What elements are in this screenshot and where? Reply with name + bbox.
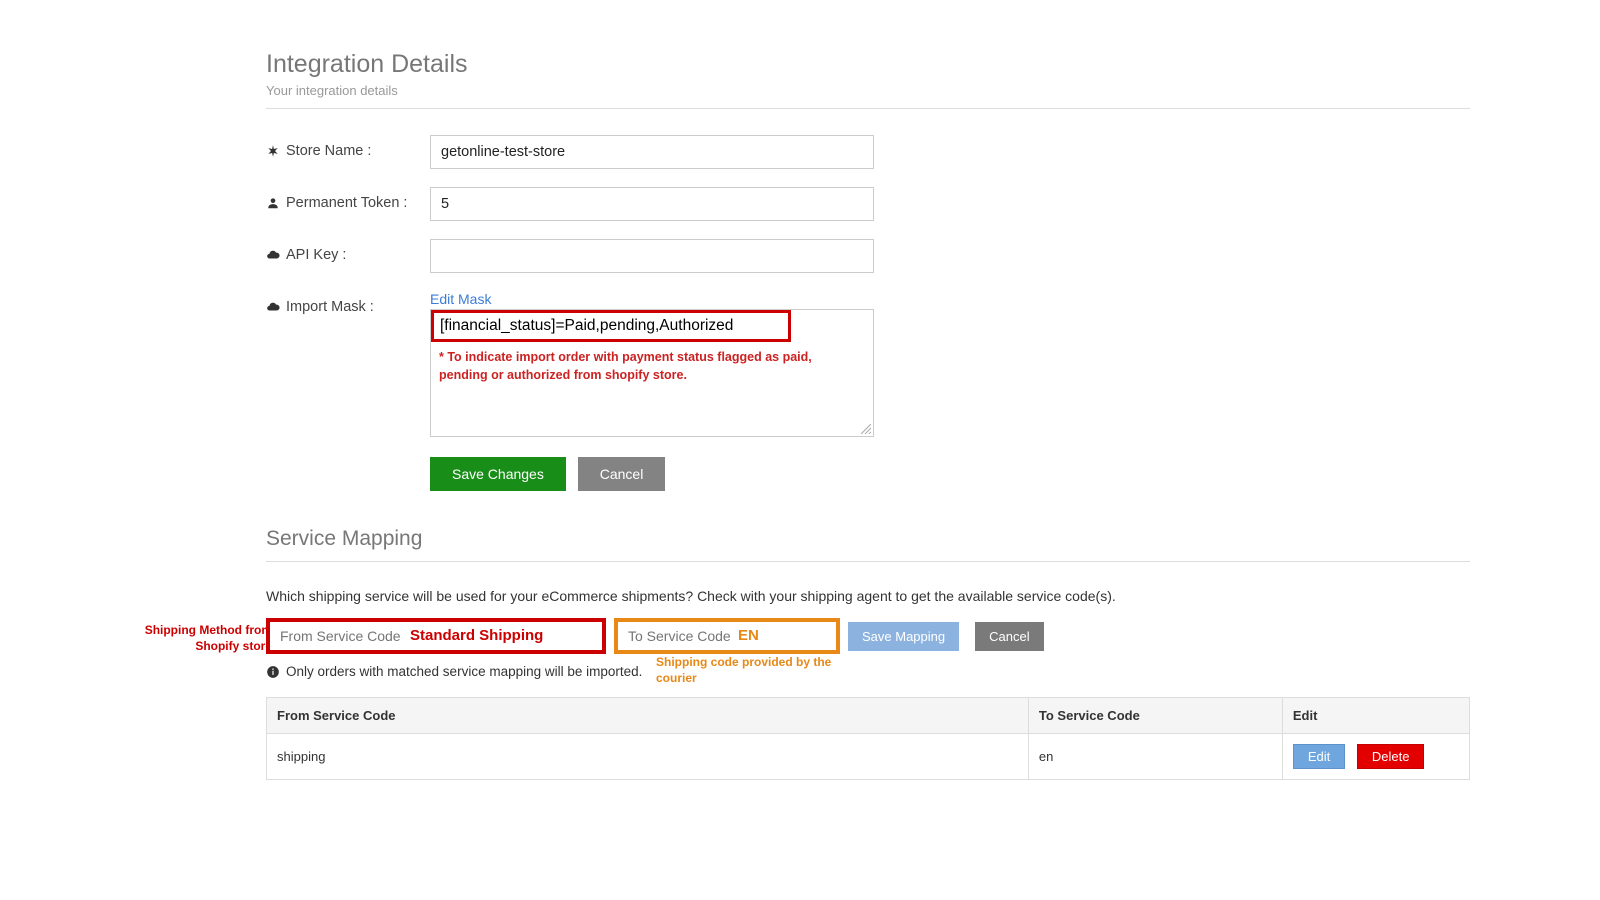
service-mapping-desc: Which shipping service will be used for … bbox=[266, 588, 1470, 604]
from-service-code-input[interactable] bbox=[266, 618, 606, 654]
store-name-input[interactable] bbox=[430, 135, 874, 169]
delete-row-button[interactable]: Delete bbox=[1357, 744, 1425, 769]
th-from-service-code: From Service Code bbox=[267, 698, 1029, 734]
store-name-row: Store Name : bbox=[266, 135, 1470, 169]
form-button-row: Save Changes Cancel bbox=[430, 457, 1470, 491]
save-changes-button[interactable]: Save Changes bbox=[430, 457, 566, 491]
import-mask-note: * To indicate import order with payment … bbox=[431, 348, 841, 384]
divider bbox=[266, 108, 1470, 109]
import-mask-value-highlight: [financial_status]=Paid,pending,Authoriz… bbox=[431, 310, 791, 342]
page-title: Integration Details bbox=[266, 50, 1470, 79]
api-key-input[interactable] bbox=[430, 239, 874, 273]
cell-from-service: shipping bbox=[267, 734, 1029, 780]
cloud-icon bbox=[266, 248, 280, 262]
asterisk-icon bbox=[266, 144, 280, 158]
import-mask-label-text: Import Mask : bbox=[286, 299, 374, 315]
api-key-label: API Key : bbox=[266, 239, 430, 263]
table-row: shipping en Edit Delete bbox=[267, 734, 1470, 780]
api-key-label-text: API Key : bbox=[286, 247, 346, 263]
service-mapping-table: From Service Code To Service Code Edit s… bbox=[266, 697, 1470, 780]
to-service-code-input[interactable] bbox=[614, 618, 840, 654]
info-icon bbox=[266, 665, 280, 679]
cancel-mapping-button[interactable]: Cancel bbox=[975, 622, 1043, 651]
token-label-text: Permanent Token : bbox=[286, 195, 407, 211]
divider bbox=[266, 561, 1470, 562]
resize-handle-icon[interactable] bbox=[861, 424, 871, 434]
token-input[interactable] bbox=[430, 187, 874, 221]
th-to-service-code: To Service Code bbox=[1028, 698, 1282, 734]
cell-actions: Edit Delete bbox=[1282, 734, 1469, 780]
api-key-row: API Key : bbox=[266, 239, 1470, 273]
save-mapping-button[interactable]: Save Mapping bbox=[848, 622, 959, 651]
store-name-label-text: Store Name : bbox=[286, 143, 371, 159]
cancel-button[interactable]: Cancel bbox=[578, 457, 666, 491]
service-mapping-input-row: Standard Shipping EN Save Mapping Cancel bbox=[266, 618, 1470, 654]
to-service-below-note: Shipping code provided by the courier bbox=[656, 654, 868, 686]
import-mask-row: Import Mask : Edit Mask [financial_statu… bbox=[266, 291, 1470, 437]
page-subtitle: Your integration details bbox=[266, 83, 1470, 98]
service-mapping-title: Service Mapping bbox=[266, 527, 1470, 551]
cloud-icon bbox=[266, 300, 280, 314]
token-label: Permanent Token : bbox=[266, 187, 430, 211]
from-service-side-note: Shipping Method from Shopify store bbox=[138, 622, 272, 654]
edit-mask-link[interactable]: Edit Mask bbox=[430, 291, 491, 307]
token-row: Permanent Token : bbox=[266, 187, 1470, 221]
cell-to-service: en bbox=[1028, 734, 1282, 780]
th-edit: Edit bbox=[1282, 698, 1469, 734]
mapping-info-line: Only orders with matched service mapping… bbox=[266, 664, 1470, 679]
mapping-info-text: Only orders with matched service mapping… bbox=[286, 664, 642, 679]
store-name-label: Store Name : bbox=[266, 135, 430, 159]
import-mask-label: Import Mask : bbox=[266, 291, 430, 315]
edit-row-button[interactable]: Edit bbox=[1293, 744, 1345, 769]
user-icon bbox=[266, 196, 280, 210]
